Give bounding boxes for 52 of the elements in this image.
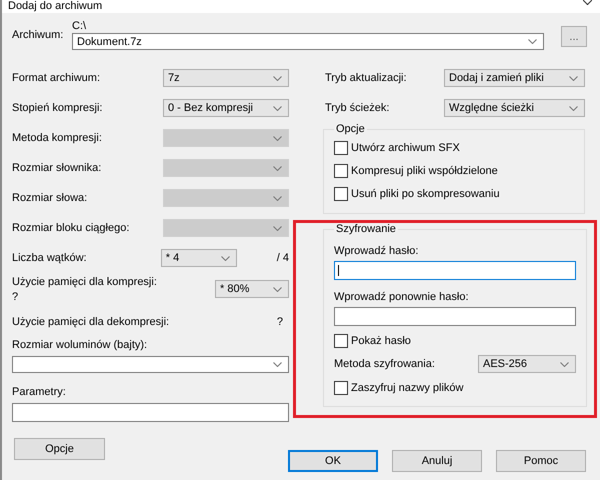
- group-title: Opcje: [335, 123, 366, 135]
- dropdown[interactable]: 0 - Bez kompresji: [163, 99, 289, 117]
- checkbox-label: Utwórz archiwum SFX: [351, 142, 460, 154]
- thread-count-text: / 4: [276, 252, 289, 264]
- group-title: Szyfrowanie: [335, 223, 397, 235]
- close-icon[interactable]: [583, 0, 592, 5]
- memory-value-text: ?: [12, 290, 20, 302]
- archive-path-text: C:\: [72, 20, 88, 32]
- checkbox-label: Kompresuj pliki współdzielone: [351, 164, 498, 176]
- field-label: Rozmiar słowa:: [12, 192, 88, 204]
- checkbox[interactable]: [334, 140, 348, 154]
- dropdown[interactable]: Względne ścieżki: [444, 99, 585, 117]
- password-field[interactable]: [334, 261, 576, 280]
- field-label: Stopień kompresji:: [12, 102, 102, 114]
- field-label: Rozmiar słownika:: [12, 162, 102, 174]
- field-label: Metoda kompresji:: [12, 132, 102, 144]
- field-label: Rozmiar woluminów (bajty):: [12, 339, 148, 351]
- field-label: Użycie pamięci dla dekompresji:: [12, 316, 170, 328]
- field-label: Użycie pamięci dla kompresji:: [12, 276, 157, 288]
- field-label: Wprowadź hasło:: [334, 245, 420, 257]
- field-label: Liczba wątków:: [12, 252, 87, 264]
- password-field[interactable]: [334, 307, 576, 326]
- archive-name-field[interactable]: Dokument.7z: [72, 33, 544, 50]
- options-button[interactable]: Opcje: [14, 438, 105, 460]
- field-label: Metoda szyfrowania:: [334, 358, 435, 370]
- checkbox[interactable]: [334, 380, 348, 394]
- field-label: Tryb ścieżek:: [325, 102, 390, 114]
- dropdown[interactable]: AES-256: [478, 355, 576, 373]
- checkbox-label: Pokaż hasło: [351, 334, 411, 346]
- checkbox[interactable]: [334, 334, 348, 348]
- checkbox[interactable]: [334, 164, 348, 178]
- field-label: Tryb aktualizacji:: [325, 72, 407, 84]
- field-label: Wprowadź ponownie hasło:: [334, 291, 470, 303]
- memory-value-text: ?: [276, 316, 283, 328]
- field-label: Rozmiar bloku ciągłego:: [12, 222, 130, 234]
- dialog-button[interactable]: OK: [288, 450, 378, 472]
- dropdown[interactable]: Dodaj i zamień pliki: [444, 69, 585, 87]
- checkbox-label: Zaszyfruj nazwy plików: [351, 382, 464, 394]
- browse-button[interactable]: ...: [561, 26, 587, 47]
- field-label: Parametry:: [12, 386, 67, 398]
- volume-size-dropdown[interactable]: [12, 356, 289, 373]
- checkbox-label: Usuń pliki po skompresowaniu: [351, 188, 500, 200]
- parameters-field[interactable]: [12, 403, 289, 422]
- dialog-button[interactable]: Pomoc: [496, 450, 586, 472]
- dropdown[interactable]: * 80%: [215, 280, 289, 298]
- field-label: Archiwum:: [12, 29, 64, 41]
- field-label: Format archiwum:: [12, 72, 100, 84]
- checkbox[interactable]: [334, 186, 348, 200]
- dropdown[interactable]: 7z: [163, 69, 289, 87]
- dropdown[interactable]: * 4: [160, 249, 237, 267]
- dialog-button[interactable]: Anuluj: [392, 450, 482, 472]
- window-title: Dodaj do archiwum: [8, 0, 102, 12]
